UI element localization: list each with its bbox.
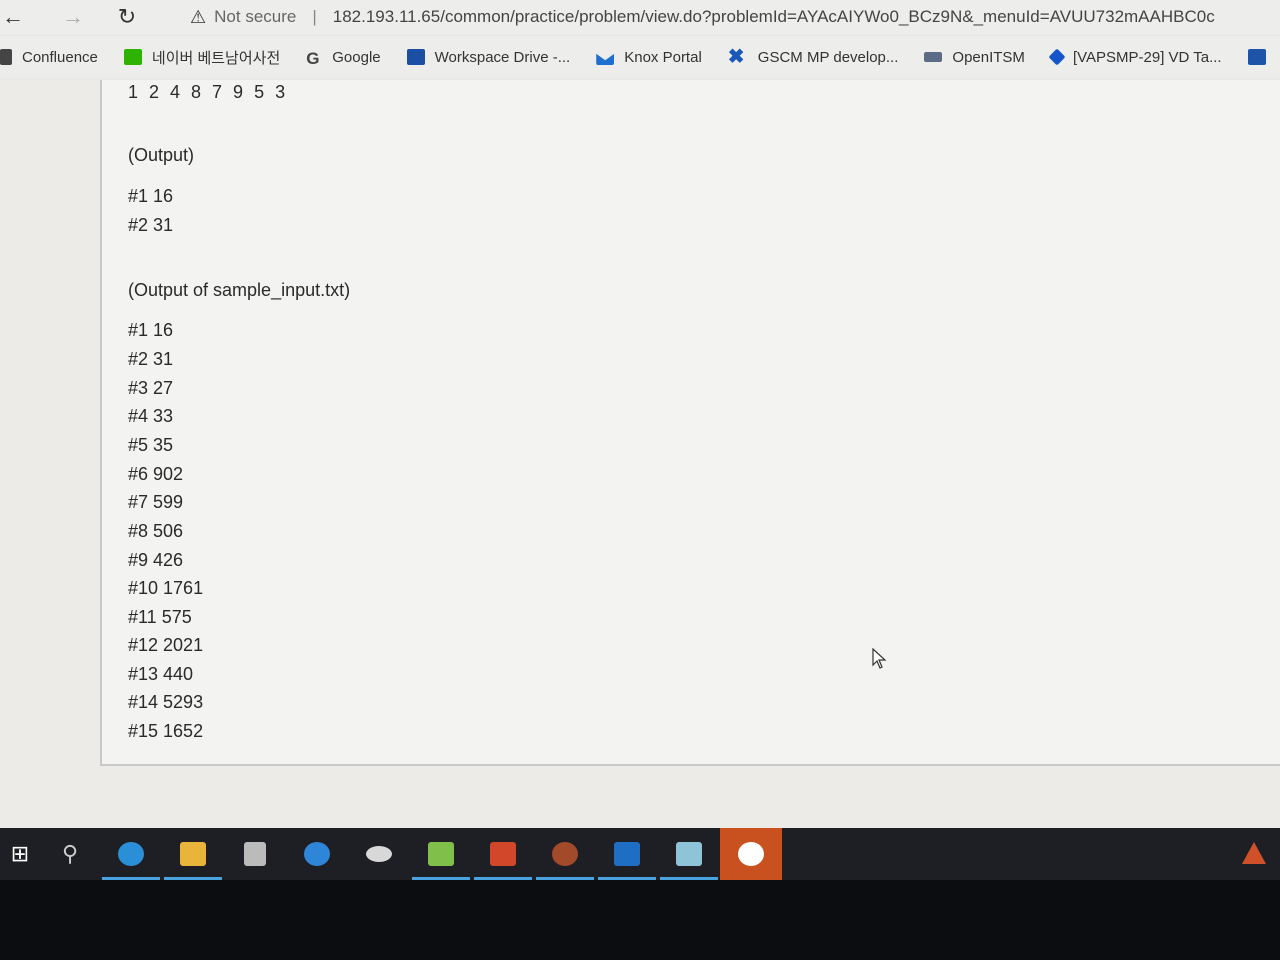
sample-line: #4 33: [128, 406, 174, 426]
overflow-bookmark-icon: [1247, 49, 1266, 65]
folder-icon: [406, 49, 425, 65]
app-grid-icon: [244, 842, 266, 866]
sample-line: #6 902: [128, 464, 184, 484]
bookmark-knox-portal[interactable]: Knox Portal: [596, 49, 702, 66]
sample-line: #8 506: [128, 521, 184, 541]
reload-button[interactable]: ↻: [114, 4, 140, 30]
taskbar-notes-app[interactable]: [658, 828, 720, 880]
bookmark-label: OpenITSM: [952, 48, 1025, 66]
confluence-icon: [0, 49, 12, 65]
sample-line: #10 1761: [128, 578, 204, 598]
page-body: 1 2 4 8 7 9 5 3 (Output) #1 16 #2 31 (Ou…: [0, 80, 1280, 828]
taskbar-app-grid[interactable]: [224, 828, 286, 880]
sample-line: #13 440: [128, 664, 194, 684]
bookmark-label: Confluence: [22, 48, 98, 66]
screen-bezel: [0, 880, 1280, 960]
url-field[interactable]: 182.193.11.65/common/practice/problem/vi…: [333, 7, 1215, 27]
bookmark-label: GSCM MP develop...: [757, 48, 899, 66]
jira-app-icon: [738, 842, 764, 866]
sample-line: #7 599: [128, 492, 184, 512]
charts-app-icon: [428, 842, 454, 866]
problem-panel: 1 2 4 8 7 9 5 3 (Output) #1 16 #2 31 (Ou…: [100, 80, 1280, 766]
taskbar-media-player[interactable]: [596, 828, 658, 880]
sample-line: #2 31: [128, 349, 174, 369]
taskbar-powerpoint[interactable]: [472, 828, 534, 880]
sample-line: #1 16: [128, 320, 174, 340]
settings-gear-app-icon: [552, 842, 578, 866]
output-line: #2 31: [128, 215, 174, 235]
sample-line: #9 426: [128, 550, 184, 570]
sample-line: #11 575: [128, 607, 192, 627]
forward-button[interactable]: →: [60, 4, 86, 30]
taskbar-cloud-app[interactable]: [348, 828, 410, 880]
security-status[interactable]: Not secure: [214, 7, 296, 27]
taskbar-internet-explorer[interactable]: [286, 828, 348, 880]
bookmark-label: [VAPSMP-29] VD Ta...: [1072, 48, 1222, 66]
sample-output-heading: (Output of sample_input.txt): [128, 280, 351, 300]
bookmark-label: Google: [332, 48, 381, 66]
bookmark-confluence[interactable]: Confluence: [0, 49, 98, 66]
bookmark-vapsmp[interactable]: [VAPSMP-29] VD Ta...: [1048, 48, 1222, 66]
input-sequence: 1 2 4 8 7 9 5 3: [128, 82, 289, 102]
bookmark-google[interactable]: G Google: [306, 48, 381, 69]
bookmark-naver-dictionary[interactable]: 네이버 베트남어사전: [123, 47, 281, 68]
bookmark-openitsm[interactable]: OpenITSM: [924, 49, 1025, 66]
knox-icon: [596, 53, 615, 65]
address-divider: |: [312, 7, 317, 26]
media-player-icon: [614, 842, 640, 866]
mouse-pointer-icon: [872, 648, 887, 669]
address-bar: ← → ↻ ⚠ Not secure | 182.193.11.65/commo…: [0, 0, 1280, 34]
jira-icon: [1048, 48, 1066, 66]
gscm-icon: ✖: [727, 46, 745, 68]
cloud-app-icon: [366, 846, 392, 862]
bookmarks-bar: Confluence 네이버 베트남어사전 G Google Workspace…: [0, 36, 1280, 78]
back-button[interactable]: ←: [0, 4, 26, 30]
taskbar: ⊞ ⚲: [0, 828, 1280, 880]
windows-start-button[interactable]: ⊞: [0, 828, 40, 880]
search-icon: ⚲: [61, 841, 79, 866]
notes-app-icon: [676, 842, 702, 866]
naver-dictionary-icon: [123, 49, 142, 65]
bookmark-label: Workspace Drive -...: [434, 48, 571, 66]
taskbar-search-button[interactable]: ⚲: [40, 828, 100, 880]
tray-alert-icon[interactable]: [1242, 842, 1266, 864]
taskbar-charts-app[interactable]: [410, 828, 472, 880]
taskbar-file-explorer[interactable]: [162, 828, 224, 880]
openitsm-icon: [924, 52, 943, 62]
windows-start-icon: ⊞: [10, 841, 30, 866]
warning-icon: ⚠: [190, 6, 207, 27]
file-explorer-icon: [180, 842, 206, 866]
sample-line: #5 35: [128, 435, 174, 455]
bookmark-overflow[interactable]: [1247, 49, 1276, 65]
internet-explorer-icon: [304, 842, 330, 866]
edge-icon: [118, 842, 144, 866]
taskbar-jira-app[interactable]: [720, 828, 782, 880]
taskbar-settings-app[interactable]: [534, 828, 596, 880]
bookmark-gscm[interactable]: ✖ GSCM MP develop...: [727, 46, 899, 68]
bookmark-label: 네이버 베트남어사전: [151, 49, 281, 67]
bookmark-workspace-drive[interactable]: Workspace Drive -...: [406, 48, 571, 66]
sample-line: #14 5293: [128, 692, 204, 712]
output-heading: (Output): [128, 145, 195, 165]
bookmark-label: Knox Portal: [624, 48, 702, 66]
sample-line: #12 2021: [128, 635, 204, 655]
powerpoint-icon: [490, 842, 516, 866]
google-icon: G: [306, 49, 320, 68]
sample-line: #3 27: [128, 378, 174, 398]
sample-line: #15 1652: [128, 721, 204, 741]
taskbar-edge[interactable]: [100, 828, 162, 880]
output-line: #1 16: [128, 186, 174, 206]
